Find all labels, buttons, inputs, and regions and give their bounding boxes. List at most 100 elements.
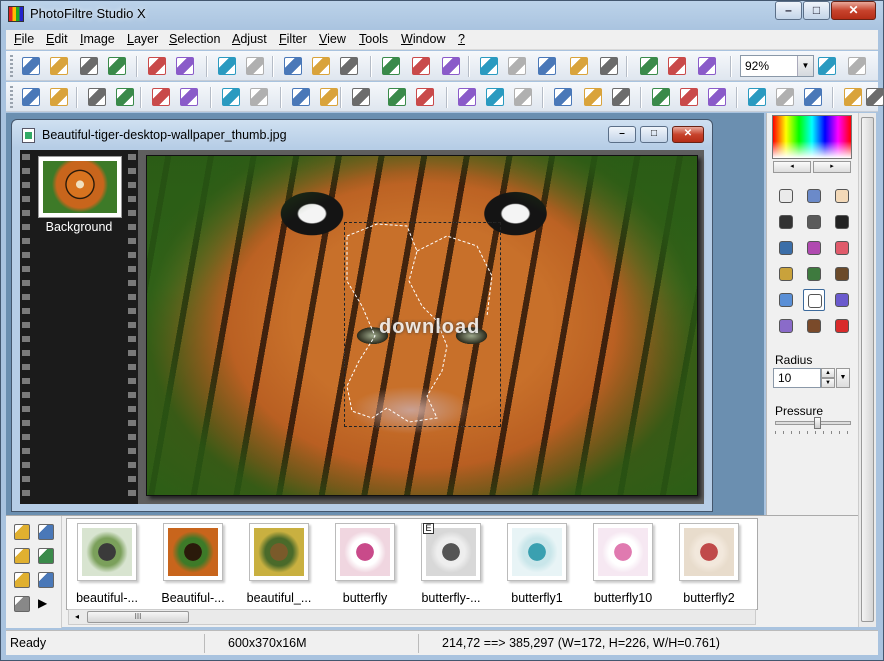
magic-wand-tool-icon[interactable]	[803, 211, 825, 233]
brush-tool-icon[interactable]	[775, 263, 797, 285]
histogram-icon[interactable]	[292, 88, 310, 106]
color-mode-icon[interactable]	[382, 57, 400, 75]
thumbnail-item[interactable]	[335, 523, 395, 581]
palette-icon[interactable]	[412, 57, 430, 75]
thumbnail-item[interactable]	[679, 523, 739, 581]
red-eye-tool-icon[interactable]	[831, 315, 853, 337]
browser-icon[interactable]	[698, 57, 716, 75]
save-as-icon[interactable]	[108, 57, 126, 75]
menu-item-1[interactable]: Edit	[46, 32, 68, 46]
smudge-tool-icon[interactable]	[803, 289, 825, 311]
radius-input[interactable]: 10	[773, 368, 821, 388]
saturation-down-icon[interactable]	[222, 88, 240, 106]
warp-tool-icon[interactable]	[775, 315, 797, 337]
fill-bucket-tool-icon[interactable]	[775, 237, 797, 259]
chevron-down-icon[interactable]: ▼	[797, 56, 813, 76]
wizard-icon[interactable]	[480, 57, 498, 75]
brush-icon[interactable]	[866, 88, 884, 106]
print-icon[interactable]	[148, 57, 166, 75]
zoom-in-icon[interactable]	[818, 57, 836, 75]
explorer-folder-icon[interactable]	[38, 524, 54, 540]
mosaic-icon[interactable]	[458, 88, 476, 106]
pointer-tool-icon[interactable]	[775, 185, 797, 207]
thumbnail-item[interactable]	[163, 523, 223, 581]
palette-right-arrow[interactable]: ▸	[813, 161, 851, 173]
thumbnail-item[interactable]	[249, 523, 309, 581]
selection-icon[interactable]	[538, 57, 556, 75]
menu-item-0[interactable]: File	[14, 32, 34, 46]
horizontal-scrollbar[interactable]: ◂ III	[68, 609, 756, 625]
gamma-down-icon[interactable]	[152, 88, 170, 106]
explorer-grid-icon[interactable]	[14, 596, 30, 612]
sharpen-icon[interactable]	[652, 88, 670, 106]
advanced-brush-tool-icon[interactable]	[803, 263, 825, 285]
thumbnail-item[interactable]	[77, 523, 137, 581]
thumbnail-item[interactable]	[507, 523, 567, 581]
menu-item-3[interactable]: Layer	[127, 32, 158, 46]
copy-icon[interactable]	[284, 57, 302, 75]
hand-tool-icon[interactable]	[831, 185, 853, 207]
title-bar[interactable]: PhotoFiltre Studio X – □ ✕	[0, 0, 884, 28]
scrollbar-thumb[interactable]	[861, 117, 874, 622]
explorer-refresh-icon[interactable]	[14, 572, 30, 588]
stamp-icon[interactable]	[844, 88, 862, 106]
spray-tool-icon[interactable]	[803, 237, 825, 259]
sharpen-more-icon[interactable]	[708, 88, 726, 106]
document-maximize-button[interactable]: □	[640, 126, 668, 143]
redo-icon[interactable]	[246, 57, 264, 75]
scanner-icon[interactable]	[176, 57, 194, 75]
save-icon[interactable]	[80, 57, 98, 75]
pressure-slider-track[interactable]	[775, 421, 851, 425]
toolbar-grip[interactable]	[10, 55, 13, 77]
document-close-button[interactable]: ✕	[672, 126, 704, 143]
fade-icon[interactable]	[804, 88, 822, 106]
eyedropper-tool-icon[interactable]	[775, 211, 797, 233]
frame-icon[interactable]	[554, 88, 572, 106]
clone-tool-icon[interactable]	[803, 315, 825, 337]
invert-icon[interactable]	[352, 88, 370, 106]
menu-item-4[interactable]: Selection	[169, 32, 220, 46]
image-canvas[interactable]: download	[146, 155, 698, 496]
document-minimize-button[interactable]: –	[608, 126, 636, 143]
minimize-button[interactable]: –	[775, 1, 802, 20]
explorer-options-icon[interactable]	[38, 572, 54, 588]
gear-icon[interactable]	[668, 57, 686, 75]
explorer-open-icon[interactable]	[38, 548, 54, 564]
relief-icon[interactable]	[680, 88, 698, 106]
levels-icon[interactable]	[320, 88, 338, 106]
contrast-up-icon[interactable]	[116, 88, 134, 106]
menu-item-5[interactable]: Adjust	[232, 32, 267, 46]
scrollbar-thumb[interactable]: III	[87, 611, 189, 623]
vertical-scrollbar[interactable]	[858, 113, 876, 627]
eraser-tool-icon[interactable]	[831, 237, 853, 259]
auto-contrast-icon[interactable]	[416, 88, 434, 106]
soften-icon[interactable]	[612, 88, 630, 106]
pressure-slider-thumb[interactable]	[814, 417, 821, 429]
document-window[interactable]: Beautiful-tiger-desktop-wallpaper_thumb.…	[11, 119, 713, 512]
paint-tube-tool-icon[interactable]	[831, 289, 853, 311]
open-icon[interactable]	[50, 57, 68, 75]
radius-dropdown[interactable]: ▼	[836, 368, 850, 388]
explorer-tree-icon[interactable]	[14, 524, 30, 540]
texture-icon[interactable]	[514, 88, 532, 106]
toolbar-grip[interactable]	[10, 86, 13, 108]
gamma-up-icon[interactable]	[180, 88, 198, 106]
plugin-icon[interactable]	[508, 57, 526, 75]
menu-item-7[interactable]: View	[319, 32, 346, 46]
palette-left-arrow[interactable]: ◂	[773, 161, 811, 173]
paste-icon[interactable]	[312, 57, 330, 75]
brightness-up-icon[interactable]	[50, 88, 68, 106]
layer-thumbnail[interactable]	[38, 156, 122, 218]
blur-icon[interactable]	[584, 88, 602, 106]
paste-as-icon[interactable]	[340, 57, 358, 75]
explorer-back-icon[interactable]	[14, 548, 30, 564]
saturation-up-icon[interactable]	[250, 88, 268, 106]
automation-icon[interactable]	[442, 57, 460, 75]
scroll-left-icon[interactable]: ◂	[69, 610, 85, 624]
explorer-icon[interactable]	[640, 57, 658, 75]
contrast-down-icon[interactable]	[88, 88, 106, 106]
menu-help[interactable]: ?	[458, 32, 465, 46]
new-icon[interactable]	[22, 57, 40, 75]
undo-icon[interactable]	[218, 57, 236, 75]
pixelate-icon[interactable]	[486, 88, 504, 106]
